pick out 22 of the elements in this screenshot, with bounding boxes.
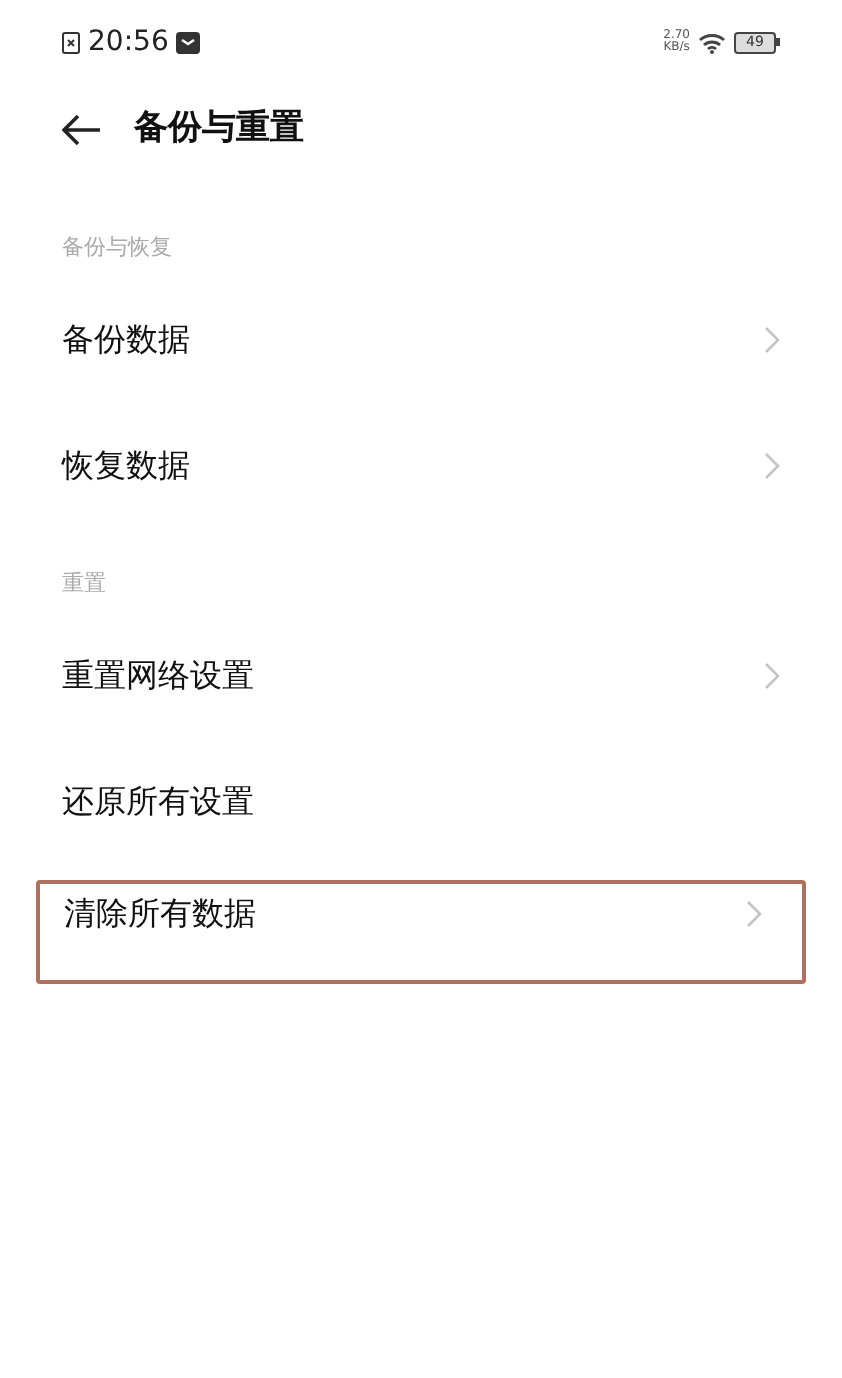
row-label: 备份数据 [62,318,190,362]
settings-row[interactable]: 清除所有数据 [36,880,806,984]
back-arrow-icon[interactable] [62,114,102,146]
settings-row[interactable]: 重置网络设置 [0,618,842,734]
row-label: 清除所有数据 [64,892,256,936]
settings-row[interactable]: 还原所有设置 [0,744,842,860]
chevron-right-icon [764,452,780,480]
row-label: 恢复数据 [62,444,190,488]
section-header: 备份与恢复 [62,231,172,264]
row-label: 重置网络设置 [62,654,254,698]
settings-row[interactable]: 恢复数据 [0,408,842,524]
section-header: 重置 [62,567,106,600]
page-title: 备份与重置 [134,106,304,153]
wifi-icon [698,31,726,53]
status-time: 20:56 [88,23,169,61]
sim-card-icon [62,31,80,53]
chevron-right-icon [764,662,780,690]
row-label: 还原所有设置 [62,780,254,824]
mail-icon [176,31,201,53]
chevron-right-icon [764,326,780,354]
settings-row[interactable]: 备份数据 [0,282,842,398]
chevron-right-icon [746,900,762,928]
